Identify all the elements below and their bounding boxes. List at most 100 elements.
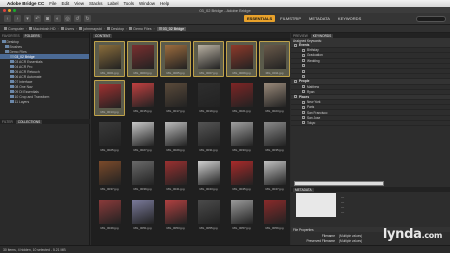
folder-tree-item[interactable]: 11 Layers: [0, 99, 89, 104]
thumbnail-item[interactable]: MG_0025.jpg: [94, 119, 125, 155]
thumbnail-item[interactable]: MG_0015.jpg: [127, 80, 158, 116]
breadcrumb-demo-files[interactable]: Demo Files: [129, 27, 152, 31]
workspace-metadata[interactable]: METADATA: [306, 15, 333, 22]
forward-button[interactable]: ›: [14, 15, 21, 22]
thumbnail-item[interactable]: MG_0053.jpg: [160, 197, 191, 233]
thumbnail-item[interactable]: MG_0029.jpg: [160, 119, 191, 155]
keyword-checkbox[interactable]: [302, 90, 305, 94]
thumbnail-image[interactable]: [98, 200, 121, 224]
keyword-checkbox[interactable]: [302, 105, 305, 109]
thumbnail-image[interactable]: [131, 83, 154, 107]
breadcrumb-macintosh-hd[interactable]: Macintosh HD: [28, 27, 56, 31]
thumbnail-item[interactable]: MG_0013.jpg: [94, 80, 125, 116]
tab-keywords[interactable]: KEYWORDS: [310, 33, 334, 38]
thumbnail-image[interactable]: [164, 122, 187, 146]
tab-metadata[interactable]: METADATA: [293, 187, 314, 192]
keyword-checkbox[interactable]: [302, 100, 305, 104]
menu-tools[interactable]: Tools: [124, 1, 135, 6]
thumbnail-image[interactable]: [197, 122, 220, 146]
tab-folders[interactable]: FOLDERS: [22, 33, 42, 38]
menu-help[interactable]: Help: [160, 1, 169, 6]
menu-app-name[interactable]: Adobe Bridge CC: [7, 1, 44, 6]
keyword-checkbox[interactable]: [294, 43, 297, 47]
keyword-checkbox[interactable]: [294, 95, 297, 99]
zoom-window-button[interactable]: [13, 8, 16, 12]
thumbnail-image[interactable]: [164, 161, 187, 185]
thumbnail-item[interactable]: MG_0039.jpg: [127, 158, 158, 194]
menu-label[interactable]: Label: [108, 1, 119, 6]
workspace-keywords[interactable]: KEYWORDS: [335, 15, 364, 22]
thumbnail-item[interactable]: MG_0055.jpg: [193, 197, 224, 233]
refine-icon[interactable]: ◐: [54, 15, 61, 22]
close-window-button[interactable]: [3, 8, 6, 12]
keyword-checkbox[interactable]: [302, 85, 305, 89]
thumbnail-item[interactable]: MG_0019.jpg: [193, 80, 224, 116]
thumbnail-image[interactable]: [230, 122, 253, 146]
thumbnail-item[interactable]: MG_0045.jpg: [226, 158, 257, 194]
thumbnail-image[interactable]: [164, 45, 187, 69]
thumbnail-image[interactable]: [230, 200, 253, 224]
keyword-search-input[interactable]: [294, 181, 384, 186]
menu-view[interactable]: View: [74, 1, 84, 6]
thumbnail-image[interactable]: [131, 122, 154, 146]
thumbnail-item[interactable]: MG_0021.jpg: [226, 80, 257, 116]
minimize-window-button[interactable]: [8, 8, 11, 12]
keyword-item[interactable]: Tokyo: [291, 121, 450, 126]
thumbnail-item[interactable]: MG_0027.jpg: [127, 119, 158, 155]
thumbnail-item[interactable]: MG_0049.jpg: [94, 197, 125, 233]
boomerang-icon[interactable]: ↶: [34, 15, 41, 22]
thumbnail-image[interactable]: [98, 161, 121, 185]
thumbnail-image[interactable]: [230, 161, 253, 185]
thumbnail-image[interactable]: [131, 161, 154, 185]
prop-value[interactable]: (Multiple values): [339, 239, 362, 243]
thumbnail-item[interactable]: MG_0001.jpg: [94, 41, 125, 77]
open-in-camera-raw-icon[interactable]: ◎: [64, 15, 71, 22]
thumbnail-image[interactable]: [164, 200, 187, 224]
thumbnail-item[interactable]: MG_0033.jpg: [226, 119, 257, 155]
thumbnail-image[interactable]: [98, 45, 121, 69]
thumbnail-item[interactable]: MG_0059.jpg: [259, 197, 290, 233]
thumbnail-image[interactable]: [263, 45, 286, 69]
thumbnail-item[interactable]: MG_0011.jpg: [259, 41, 290, 77]
thumbnail-image[interactable]: [197, 161, 220, 185]
thumbnail-image[interactable]: [131, 45, 154, 69]
rotate-right-icon[interactable]: ↻: [84, 15, 91, 22]
thumbnail-image[interactable]: [98, 122, 121, 146]
thumbnail-image[interactable]: [131, 200, 154, 224]
thumbnail-image[interactable]: [263, 200, 286, 224]
thumbnail-item[interactable]: MG_0047.jpg: [259, 158, 290, 194]
thumbnail-image[interactable]: [164, 83, 187, 107]
thumbnail-item[interactable]: MG_0007.jpg: [193, 41, 224, 77]
prop-value[interactable]: (Multiple values): [339, 234, 362, 238]
workspace-filmstrip[interactable]: FILMSTRIP: [277, 15, 304, 22]
breadcrumb-users[interactable]: Users: [60, 27, 74, 31]
thumbnail-image[interactable]: [263, 83, 286, 107]
thumbnail-item[interactable]: MG_0041.jpg: [160, 158, 191, 194]
breadcrumb-current[interactable]: 03_02 Bridge: [156, 26, 187, 31]
thumbnail-item[interactable]: MG_0009.jpg: [226, 41, 257, 77]
menu-file[interactable]: File: [49, 1, 56, 6]
thumbnail-image[interactable]: [197, 200, 220, 224]
keyword-checkbox[interactable]: [302, 64, 305, 68]
thumbnail-item[interactable]: MG_0003.jpg: [127, 41, 158, 77]
breadcrumb-user[interactable]: johnmaystd: [79, 27, 102, 31]
search-input[interactable]: [416, 16, 446, 22]
thumbnail-item[interactable]: MG_0031.jpg: [193, 119, 224, 155]
thumbnail-image[interactable]: [98, 84, 121, 108]
keyword-checkbox[interactable]: [302, 74, 305, 78]
workspace-essentials[interactable]: ESSENTIALS: [244, 15, 276, 22]
breadcrumb-computer[interactable]: Computer: [4, 27, 24, 31]
keyword-checkbox[interactable]: [302, 111, 305, 115]
thumbnail-item[interactable]: MG_0005.jpg: [160, 41, 191, 77]
thumbnail-item[interactable]: MG_0023.jpg: [259, 80, 290, 116]
back-button[interactable]: ‹: [4, 15, 11, 22]
breadcrumb-desktop[interactable]: Desktop: [106, 27, 124, 31]
keyword-checkbox[interactable]: [302, 69, 305, 73]
tab-favorites[interactable]: FAVORITES: [2, 34, 20, 38]
thumbnail-item[interactable]: MG_0037.jpg: [94, 158, 125, 194]
tab-filter[interactable]: FILTER: [2, 120, 13, 124]
thumbnail-image[interactable]: [230, 83, 253, 107]
thumbnail-image[interactable]: [263, 161, 286, 185]
thumbnail-image[interactable]: [263, 122, 286, 146]
tab-preview[interactable]: PREVIEW: [293, 34, 308, 38]
